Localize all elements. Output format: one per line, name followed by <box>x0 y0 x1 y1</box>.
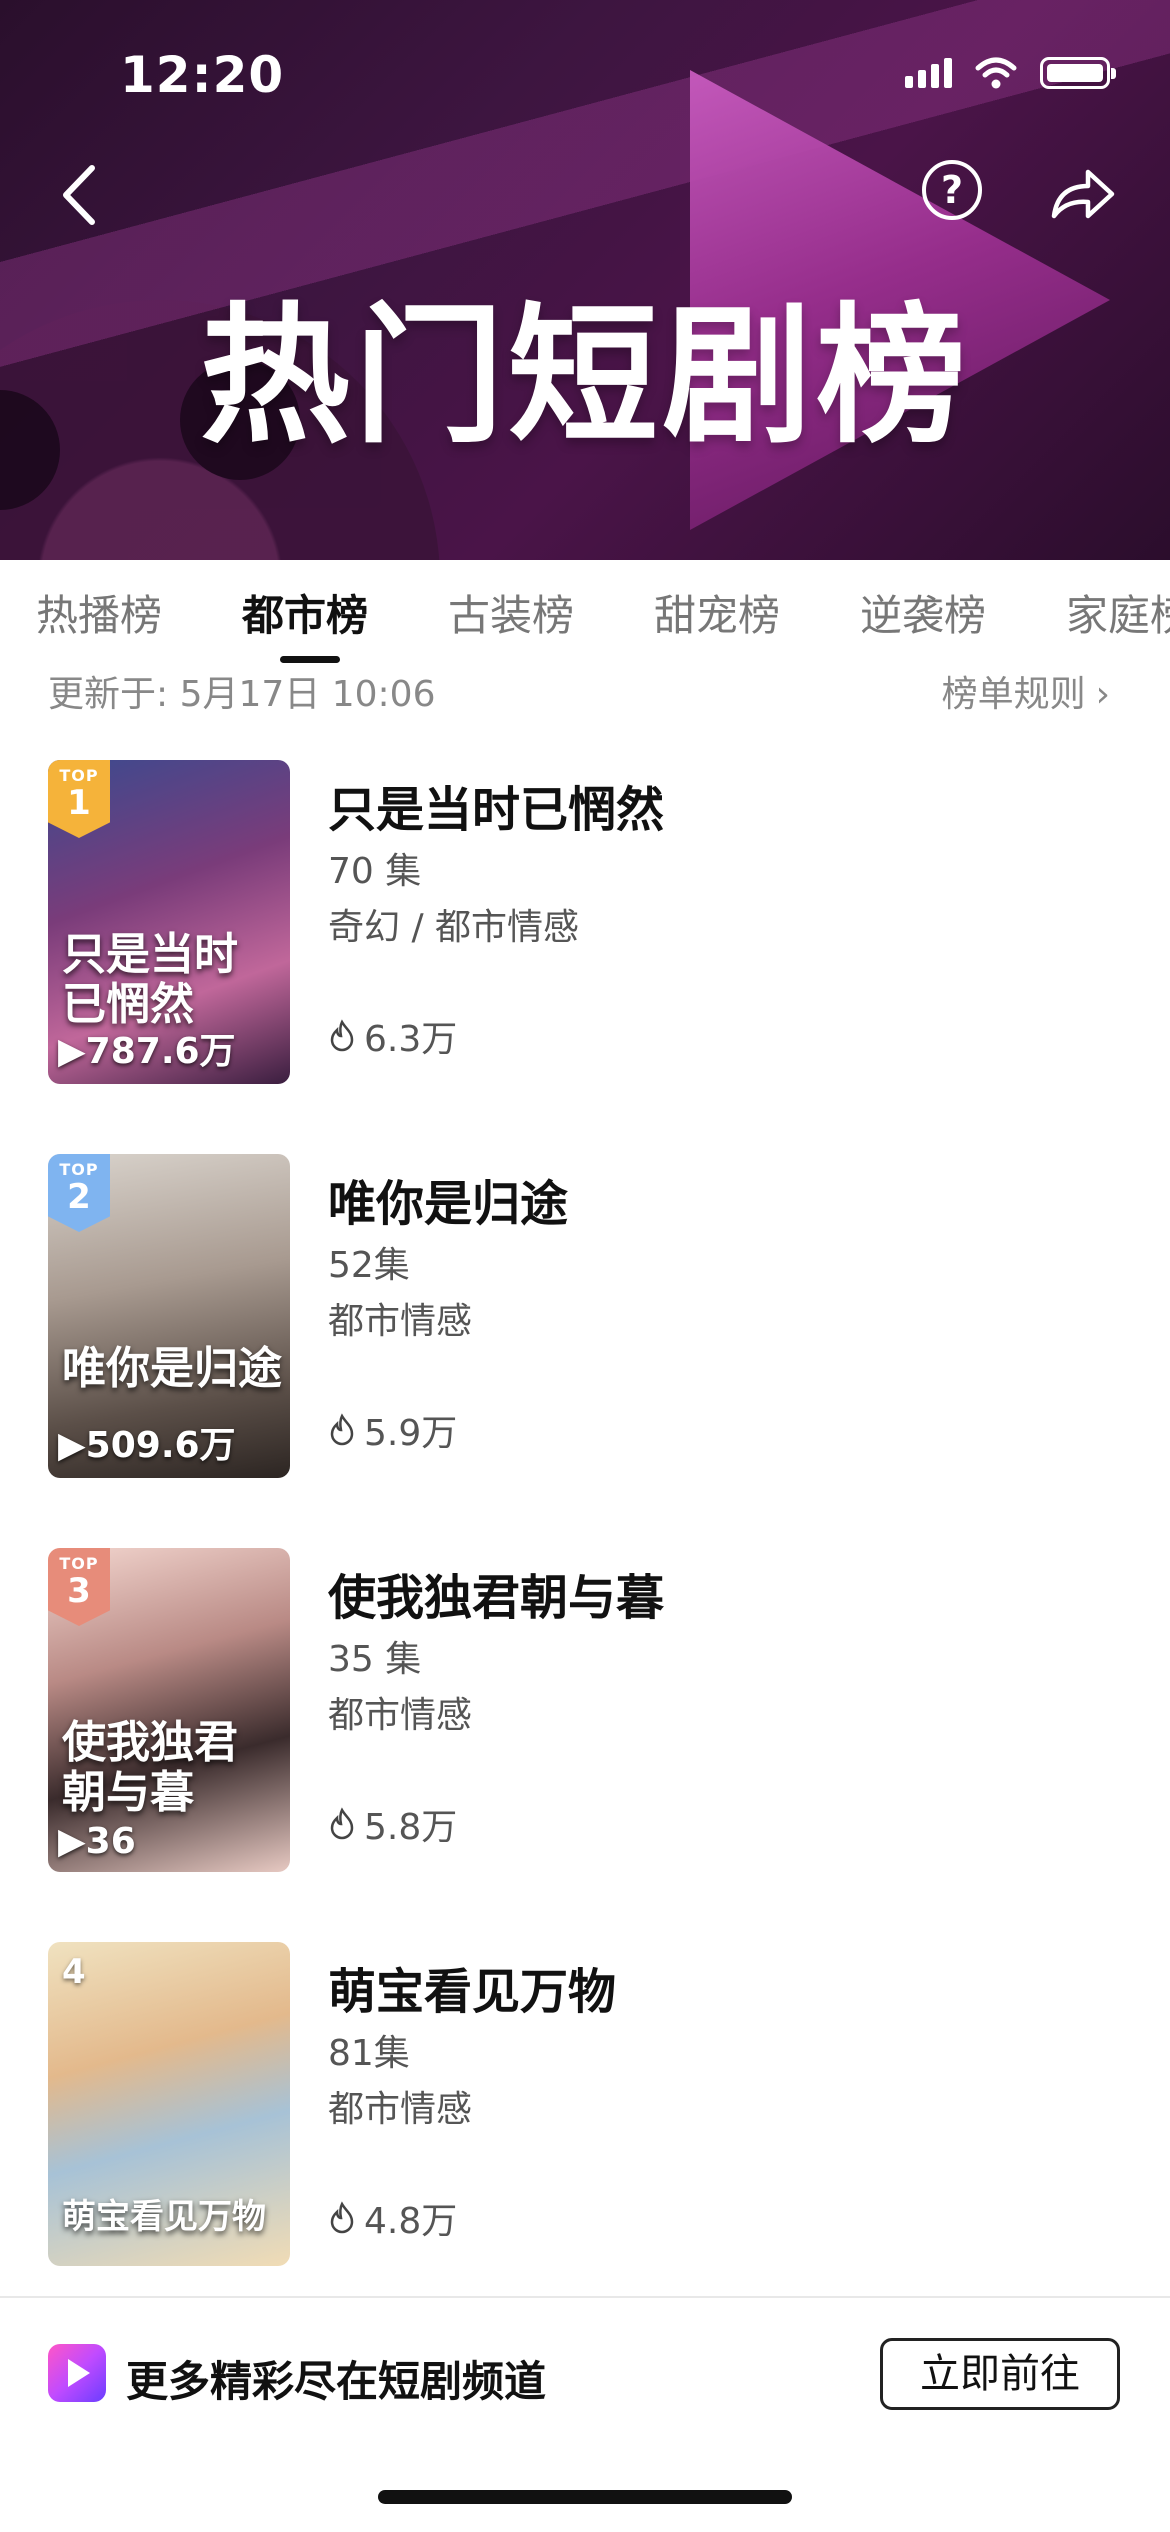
signal-icon <box>905 58 952 88</box>
play-count: ▶787.6万 <box>58 1031 236 1072</box>
updated-time: 更新于: 5月17日 10:06 <box>48 674 436 715</box>
play-count: ▶36 <box>58 1821 136 1862</box>
home-indicator[interactable] <box>378 2490 792 2504</box>
genre: 都市情感 <box>328 1695 473 1736</box>
cover-image[interactable]: 4 萌宝看见万物 <box>48 1942 290 2266</box>
drama-title[interactable]: 使我独君朝与暮 <box>328 1558 664 1628</box>
rules-link[interactable]: 榜单规则 › <box>942 665 1110 717</box>
short-drama-app-icon <box>48 2344 106 2402</box>
genre: 都市情感 <box>328 2089 473 2130</box>
banner-text: 更多精彩尽在短剧频道 <box>126 2357 547 2406</box>
cover-title: 使我独君 朝与暮 <box>62 1717 238 1818</box>
drama-title[interactable]: 萌宝看见万物 <box>328 1952 616 2022</box>
rank-badge: TOP 2 <box>48 1154 110 1232</box>
cover-image[interactable]: TOP 1 只是当时 已惘然 ▶787.6万 <box>48 760 290 1084</box>
episode-count: 70 集 <box>328 851 422 892</box>
episode-count: 81集 <box>328 2033 410 2074</box>
drama-title[interactable]: 唯你是归途 <box>328 1164 568 1234</box>
heat-value: 5.8万 <box>364 1807 458 1848</box>
rank-number: 4 <box>62 1952 86 1992</box>
list-item[interactable]: TOP 1 只是当时 已惘然 ▶787.6万 只是当时已惘然 70 集 奇幻 /… <box>0 760 1170 1090</box>
status-time: 12:20 <box>120 46 285 104</box>
flame-icon <box>330 2201 354 2234</box>
cover-title: 唯你是归途 <box>62 1343 282 1394</box>
rank-number: 2 <box>67 1177 91 1217</box>
battery-icon <box>1040 57 1116 89</box>
banner-divider <box>0 2296 1170 2298</box>
tab-comeback[interactable]: 逆袭榜 <box>860 582 986 643</box>
help-button[interactable]: ? <box>922 160 982 220</box>
heat-score: 5.9万 <box>328 1404 457 1456</box>
drama-title[interactable]: 只是当时已惘然 <box>328 770 664 840</box>
episode-count: 52集 <box>328 1245 410 1286</box>
cover-image[interactable]: TOP 3 使我独君 朝与暮 ▶36 <box>48 1548 290 1872</box>
active-tab-indicator <box>280 656 340 663</box>
rules-label: 榜单规则 <box>941 674 1086 715</box>
flame-icon <box>330 1019 354 1052</box>
hero-header: 12:20 ? 热门短剧榜 <box>0 0 1170 560</box>
heat-value: 6.3万 <box>364 1019 458 1060</box>
tab-hot[interactable]: 热播榜 <box>36 582 162 643</box>
chevron-right-icon: › <box>1095 674 1110 715</box>
list-item[interactable]: TOP 2 唯你是归途 ▶509.6万 唯你是归途 52集 都市情感 5.9万 <box>0 1154 1170 1484</box>
wifi-icon <box>975 57 1017 89</box>
category-tabs: 热播榜 都市榜 古装榜 甜宠榜 逆袭榜 家庭榜 <box>0 560 1170 660</box>
go-now-button[interactable]: 立即前往 <box>880 2338 1120 2410</box>
tab-romance[interactable]: 甜宠榜 <box>654 582 780 643</box>
heat-value: 4.8万 <box>364 2201 458 2242</box>
cover-title: 萌宝看见万物 <box>62 2197 266 2237</box>
page-title: 热门短剧榜 <box>199 290 970 464</box>
rank-badge: TOP 3 <box>48 1548 110 1626</box>
tab-costume[interactable]: 古装榜 <box>448 582 574 643</box>
heat-score: 5.8万 <box>328 1798 457 1850</box>
status-icons <box>905 56 1116 90</box>
genre: 都市情感 <box>328 1301 473 1342</box>
back-button[interactable] <box>50 160 110 230</box>
heat-score: 4.8万 <box>328 2192 457 2244</box>
heat-value: 5.9万 <box>364 1413 458 1454</box>
heat-score: 6.3万 <box>328 1010 457 1062</box>
genre: 奇幻 / 都市情感 <box>328 907 580 948</box>
rank-number: 1 <box>67 783 91 823</box>
episode-count: 35 集 <box>328 1639 422 1680</box>
rank-number: 3 <box>67 1571 91 1611</box>
play-icon <box>68 2359 90 2387</box>
list-item[interactable]: 4 萌宝看见万物 萌宝看见万物 81集 都市情感 4.8万 <box>0 1942 1170 2272</box>
rank-badge: TOP 1 <box>48 760 110 838</box>
list-item[interactable]: TOP 3 使我独君 朝与暮 ▶36 使我独君朝与暮 35 集 都市情感 5.8… <box>0 1548 1170 1878</box>
cover-image[interactable]: TOP 2 唯你是归途 ▶509.6万 <box>48 1154 290 1478</box>
flame-icon <box>330 1807 354 1840</box>
flame-icon <box>330 1413 354 1446</box>
play-count: ▶509.6万 <box>58 1425 236 1466</box>
cover-title: 只是当时 已惘然 <box>62 929 238 1030</box>
tab-urban[interactable]: 都市榜 <box>242 582 368 643</box>
share-button[interactable] <box>1048 166 1118 222</box>
tab-family[interactable]: 家庭榜 <box>1066 582 1170 643</box>
